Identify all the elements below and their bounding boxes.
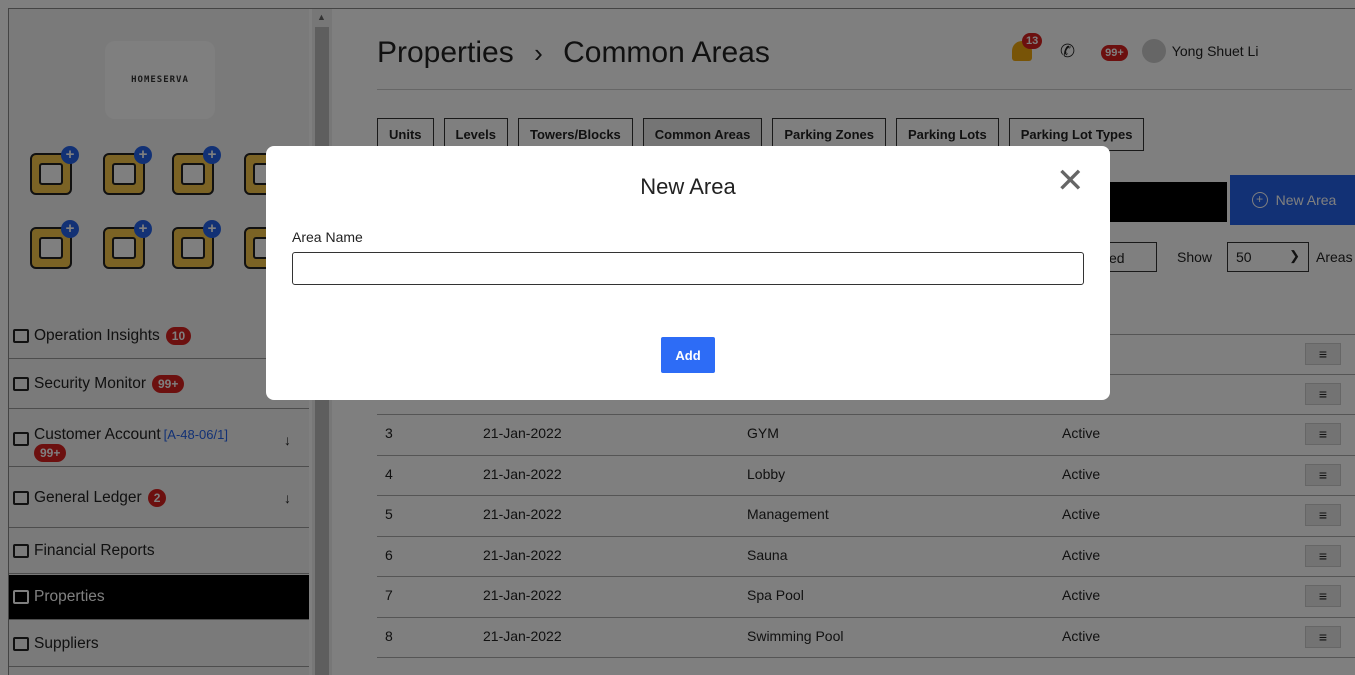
dialog-title: New Area <box>640 174 736 199</box>
new-area-dialog: New Area ✕ Area Name Add <box>266 146 1110 400</box>
close-icon[interactable]: ✕ <box>1056 164 1085 198</box>
area-name-label: Area Name <box>292 229 363 245</box>
area-name-input[interactable] <box>292 252 1084 285</box>
add-button[interactable]: Add <box>661 337 715 373</box>
